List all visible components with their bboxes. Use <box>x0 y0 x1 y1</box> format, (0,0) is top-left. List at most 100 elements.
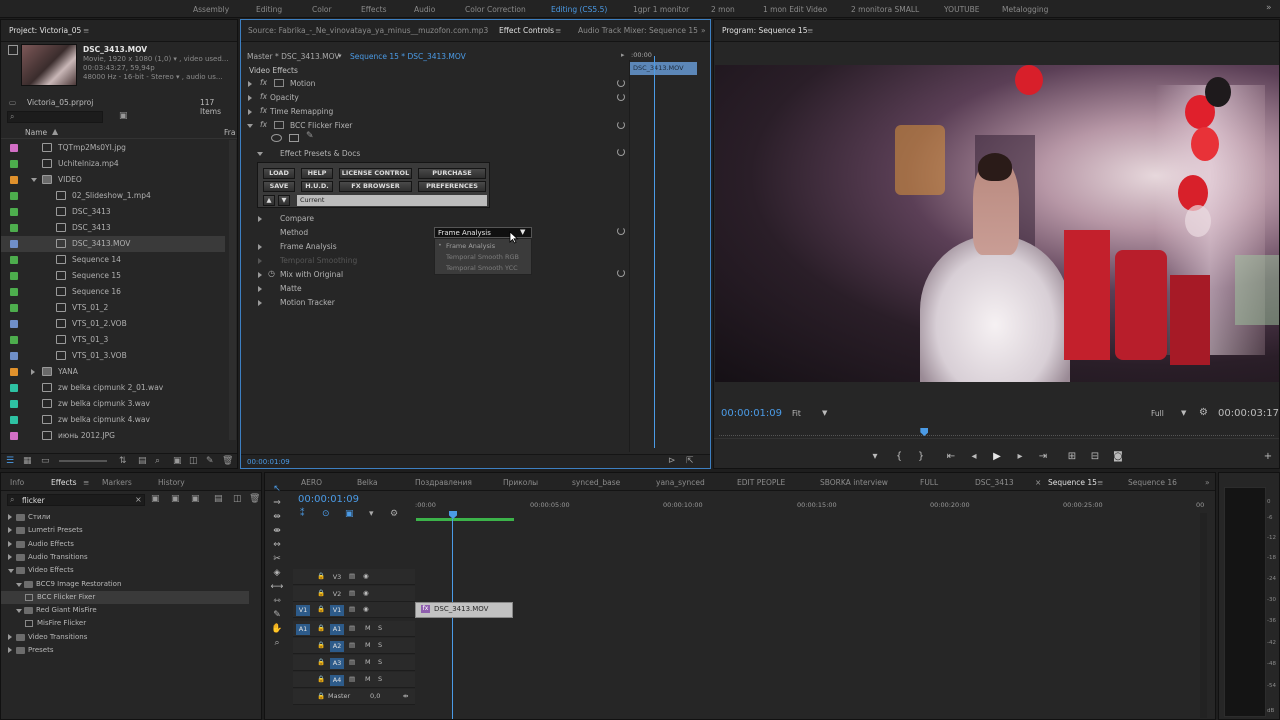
program-video-frame[interactable] <box>715 65 1279 382</box>
fx-toggle-icon[interactable]: fx <box>260 120 267 129</box>
bcc-load-button[interactable]: LOAD <box>263 168 295 179</box>
yuv-effects-icon[interactable]: ▣ <box>191 494 200 504</box>
solo-button[interactable]: S <box>378 641 382 649</box>
ripple-edit-tool-icon[interactable]: ⇹ <box>270 511 284 523</box>
razor-tool-icon[interactable]: ✂ <box>270 553 284 565</box>
track-header-a4[interactable]: 🔒 A4 ▤ M S <box>293 672 415 688</box>
lock-icon[interactable]: 🔒 <box>317 692 325 700</box>
effect-item[interactable]: MisFire Flicker <box>1 617 249 630</box>
timeline-clip-v1[interactable]: fx DSC_3413.MOV <box>415 602 513 618</box>
lock-icon[interactable]: 🔒 <box>317 589 325 597</box>
mark-in-icon[interactable]: { <box>892 450 906 464</box>
workspace-tab[interactable]: Color <box>312 5 332 14</box>
eye-icon[interactable]: ◉ <box>363 589 369 597</box>
seq-tab[interactable]: synced_base <box>572 478 620 487</box>
expand-frame-analysis-icon[interactable] <box>258 244 262 250</box>
panel-menu-icon[interactable]: ≡ <box>83 26 89 35</box>
sync-lock-icon[interactable]: ▤ <box>349 624 355 632</box>
track-label[interactable]: A4 <box>330 675 344 686</box>
collapse-icon[interactable] <box>16 582 22 587</box>
param-frame-analysis[interactable]: Frame Analysis <box>280 242 337 251</box>
effect-motion[interactable]: Motion <box>290 79 315 88</box>
rect-mask-icon[interactable] <box>289 134 299 142</box>
expand-icon[interactable] <box>31 178 37 182</box>
play-icon[interactable]: ▶ <box>990 450 1004 464</box>
bcc-fx-browser-button[interactable]: FX BROWSER <box>339 181 412 192</box>
project-item[interactable]: Sequence 14 <box>1 252 225 268</box>
effect-folder[interactable]: Video Effects <box>1 564 249 577</box>
bcc-help-button[interactable]: HELP <box>301 168 333 179</box>
expand-icon[interactable] <box>31 369 35 375</box>
timeline-scrollbar[interactable] <box>1200 513 1207 718</box>
wrench-icon[interactable]: ⚙ <box>1199 407 1208 418</box>
preset-name-field[interactable]: Current <box>297 195 487 206</box>
method-option[interactable]: Temporal Smooth RGB <box>446 253 519 261</box>
effect-folder[interactable]: Red Giant MisFire <box>1 604 249 617</box>
project-item[interactable]: Sequence 15 <box>1 268 225 284</box>
effect-folder[interactable]: Lumetri Presets <box>1 524 249 537</box>
project-item[interactable]: VTS_01_3 <box>1 332 225 348</box>
export-frame-icon[interactable]: ◙ <box>1111 450 1125 464</box>
zoom-tool-icon[interactable]: ⌕ <box>270 637 284 649</box>
new-preset-icon[interactable]: ◫ <box>233 494 242 504</box>
preset-up-icon[interactable]: ▲ <box>263 195 275 206</box>
project-item[interactable]: zw belka cipmunk 4.wav <box>1 412 225 428</box>
source-patch[interactable]: A1 <box>296 624 310 635</box>
workspace-tab[interactable]: Color Correction <box>465 5 526 14</box>
lock-icon[interactable]: 🔒 <box>317 605 325 613</box>
track-label[interactable]: V3 <box>330 572 344 583</box>
poster-play-icon[interactable] <box>8 45 18 55</box>
track-header-master[interactable]: 🔒 Master 0,0 ⇹ <box>293 689 415 705</box>
stopwatch-icon[interactable]: ◷ <box>268 269 275 278</box>
lock-icon[interactable]: 🔒 <box>317 572 325 580</box>
step-forward-icon[interactable]: ▸ <box>1013 450 1027 464</box>
expand-time-remap-icon[interactable] <box>248 109 252 115</box>
reset-icon[interactable] <box>617 93 625 101</box>
eye-icon[interactable]: ◉ <box>363 572 369 580</box>
project-item-selected[interactable]: DSC_3413.MOV <box>1 236 225 252</box>
collapse-icon[interactable] <box>16 609 22 614</box>
linked-selection-icon[interactable]: ⊙ <box>322 509 330 519</box>
ellipse-mask-icon[interactable] <box>271 134 282 142</box>
param-motion-tracker[interactable]: Motion Tracker <box>280 298 335 307</box>
solo-button[interactable]: S <box>378 624 382 632</box>
project-folder[interactable]: VIDEO <box>1 172 225 188</box>
go-to-endpoint-icon[interactable]: ⇹ <box>403 692 408 700</box>
bcc-transform-icon[interactable] <box>274 121 284 129</box>
fit-dropdown-arrow-icon[interactable]: ▼ <box>822 409 827 417</box>
panel-menu-icon[interactable]: ≡ <box>83 478 89 487</box>
sequence-clip-label[interactable]: Sequence 15 * DSC_3413.MOV <box>350 52 466 61</box>
expand-icon[interactable] <box>8 527 12 534</box>
mute-button[interactable]: M <box>365 675 371 683</box>
lift-icon[interactable]: ⊞ <box>1065 450 1079 464</box>
clear-icon[interactable]: ✎ <box>206 456 214 466</box>
workspace-tab[interactable]: Effects <box>361 5 387 14</box>
master-dropdown-icon[interactable]: ▾ <box>338 52 342 60</box>
expand-mix-icon[interactable] <box>258 272 262 278</box>
seq-tab[interactable]: yana_synced <box>656 478 705 487</box>
seq-tab[interactable]: EDIT PEOPLE <box>737 478 785 487</box>
seq-tab[interactable]: Belka <box>357 478 378 487</box>
workspace-more-icon[interactable]: » <box>1266 3 1272 13</box>
workspace-tab[interactable]: Audio <box>414 5 435 14</box>
project-scrollbar[interactable] <box>229 140 236 440</box>
list-view-icon[interactable]: ☰ <box>6 456 14 466</box>
seq-tab-active[interactable]: Sequence 15 <box>1048 478 1097 487</box>
track-select-tool-icon[interactable]: ⇒ <box>270 497 284 509</box>
bcc-license-button[interactable]: LICENSE CONTROL <box>339 168 412 179</box>
master-volume[interactable]: 0,0 <box>370 692 380 700</box>
new-bin-icon[interactable]: ▣ <box>119 111 128 121</box>
workspace-tab[interactable]: 2 monitora SMALL <box>851 5 919 14</box>
project-item[interactable]: zw belka cipmunk 3.wav <box>1 396 225 412</box>
slip-tool-icon[interactable]: ⟷ <box>270 581 284 593</box>
track-header-a3[interactable]: 🔒 A3 ▤ M S <box>293 655 415 671</box>
pen-tool-icon[interactable]: ✎ <box>270 609 284 621</box>
fx-toggle-icon[interactable]: fx <box>260 106 267 115</box>
lock-icon[interactable]: 🔒 <box>317 641 325 649</box>
pen-mask-icon[interactable]: ✎ <box>306 131 314 141</box>
effect-item[interactable]: BCC Flicker Fixer <box>1 590 249 604</box>
seq-tab[interactable]: DSC_3413 <box>975 478 1014 487</box>
step-back-icon[interactable]: ◂ <box>967 450 981 464</box>
mark-out-icon[interactable]: } <box>914 450 928 464</box>
program-scrub-bar[interactable] <box>719 433 1274 436</box>
